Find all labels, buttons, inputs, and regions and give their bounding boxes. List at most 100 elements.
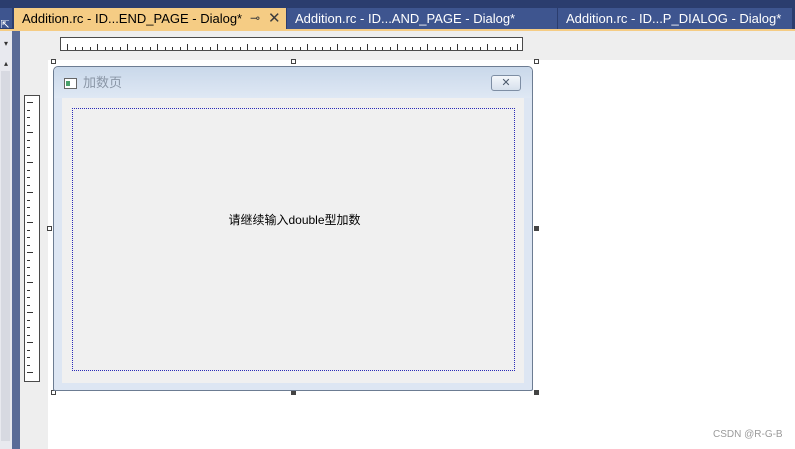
ruler-tick	[495, 47, 496, 50]
ruler-tick	[67, 44, 68, 50]
pin-icon[interactable]: ⊸	[250, 8, 260, 29]
ruler-tick	[307, 44, 308, 50]
ruler-tick	[390, 47, 391, 50]
ruler-tick	[382, 47, 383, 50]
ruler-tick	[165, 47, 166, 50]
ruler-tick	[367, 44, 368, 50]
ruler-tick	[465, 47, 466, 50]
dialog-designer-surface[interactable]: 加数页 ✕ 请继续输入double型加数	[20, 31, 795, 449]
ruler-tick	[27, 365, 30, 366]
ruler-tick	[27, 192, 33, 193]
tab-label: Addition.rc - ID...END_PAGE - Dialog*	[22, 11, 243, 26]
dialog-caption-bar[interactable]: 加数页 ✕	[54, 67, 532, 98]
ruler-tick	[270, 47, 271, 50]
ruler-tick	[450, 47, 451, 50]
margin-guide: 请继续输入double型加数	[72, 108, 515, 371]
ruler-tick	[27, 162, 33, 163]
horizontal-ruler[interactable]	[60, 37, 523, 51]
resize-handle-bottom-right[interactable]	[534, 390, 539, 395]
left-panel-stub[interactable]: ⇱	[0, 8, 12, 31]
ruler-tick	[27, 267, 30, 268]
ruler-tick	[27, 110, 30, 111]
ruler-tick	[442, 47, 443, 50]
ruler-tick	[27, 342, 33, 343]
chevron-down-icon[interactable]: ▾	[1, 39, 11, 49]
ruler-tick	[457, 44, 458, 50]
ruler-tick	[27, 222, 33, 223]
ruler-tick	[27, 327, 30, 328]
ruler-tick	[27, 275, 30, 276]
ruler-tick	[27, 155, 30, 156]
panel-splitter[interactable]	[12, 31, 20, 449]
ruler-tick	[27, 102, 33, 103]
ruler-tick	[27, 215, 30, 216]
ruler-tick	[172, 47, 173, 50]
scroll-up-icon[interactable]: ▴	[1, 59, 11, 69]
close-icon[interactable]: ✕	[268, 8, 281, 29]
ruler-tick	[420, 47, 421, 50]
ruler-tick	[277, 44, 278, 50]
resize-handle-left	[47, 226, 52, 231]
resize-handle-top-left	[51, 59, 56, 64]
ruler-tick	[90, 47, 91, 50]
ruler-tick	[27, 372, 33, 373]
resize-handle-right[interactable]	[534, 226, 539, 231]
ruler-tick	[405, 47, 406, 50]
ruler-tick	[142, 47, 143, 50]
ruler-tick	[510, 47, 511, 50]
ruler-tick	[210, 47, 211, 50]
ruler-tick	[27, 147, 30, 148]
left-tool-panel: ▾ ▴	[0, 31, 12, 449]
ruler-tick	[247, 44, 248, 50]
ruler-tick	[135, 47, 136, 50]
ruler-tick	[27, 357, 30, 358]
ruler-tick	[502, 47, 503, 50]
ruler-tick	[352, 47, 353, 50]
ruler-tick	[262, 47, 263, 50]
ruler-tick	[195, 47, 196, 50]
ruler-tick	[27, 132, 33, 133]
ruler-tick	[180, 47, 181, 50]
ruler-tick	[27, 252, 33, 253]
tab-label: Addition.rc - ID...AND_PAGE - Dialog*	[295, 11, 516, 26]
ruler-tick	[345, 47, 346, 50]
ruler-tick	[27, 170, 30, 171]
window-icon	[64, 78, 77, 89]
dialog-preview[interactable]: 加数页 ✕ 请继续输入double型加数	[53, 66, 533, 391]
ruler-tick	[217, 44, 218, 50]
dialog-client-area[interactable]: 请继续输入double型加数	[62, 98, 524, 383]
ruler-tick	[360, 47, 361, 50]
ruler-tick	[202, 47, 203, 50]
ruler-tick	[75, 47, 76, 50]
static-text-control[interactable]: 请继续输入double型加数	[73, 212, 516, 228]
ruler-tick	[27, 207, 30, 208]
ruler-tick	[187, 44, 188, 50]
ruler-tick	[27, 140, 30, 141]
tab-end-page-dialog[interactable]: Addition.rc - ID...END_PAGE - Dialog* ⊸ …	[14, 8, 286, 29]
resize-handle-top-right	[534, 59, 539, 64]
ruler-tick	[27, 282, 33, 283]
tab-and-page-dialog[interactable]: Addition.rc - ID...AND_PAGE - Dialog*	[287, 8, 557, 29]
ruler-tick	[225, 47, 226, 50]
ruler-tick	[487, 44, 488, 50]
ruler-tick	[330, 47, 331, 50]
dialog-close-button[interactable]: ✕	[491, 75, 521, 91]
ruler-tick	[27, 237, 30, 238]
ruler-tick	[27, 312, 33, 313]
ruler-tick	[285, 47, 286, 50]
ruler-tick	[27, 320, 30, 321]
left-panel-scrollbar[interactable]	[1, 71, 10, 441]
ruler-tick	[397, 44, 398, 50]
vertical-ruler[interactable]	[24, 95, 40, 382]
ruler-tick	[27, 245, 30, 246]
document-tab-strip: ⇱ Addition.rc - ID...END_PAGE - Dialog* …	[0, 0, 795, 31]
tab-p-dialog[interactable]: Addition.rc - ID...P_DIALOG - Dialog*	[558, 8, 792, 29]
ruler-tick	[375, 47, 376, 50]
ruler-tick	[27, 125, 30, 126]
ruler-tick	[105, 47, 106, 50]
ruler-tick	[435, 47, 436, 50]
tab-label: Addition.rc - ID...P_DIALOG - Dialog*	[566, 11, 782, 26]
ruler-tick	[240, 47, 241, 50]
ruler-tick	[232, 47, 233, 50]
ruler-tick	[480, 47, 481, 50]
